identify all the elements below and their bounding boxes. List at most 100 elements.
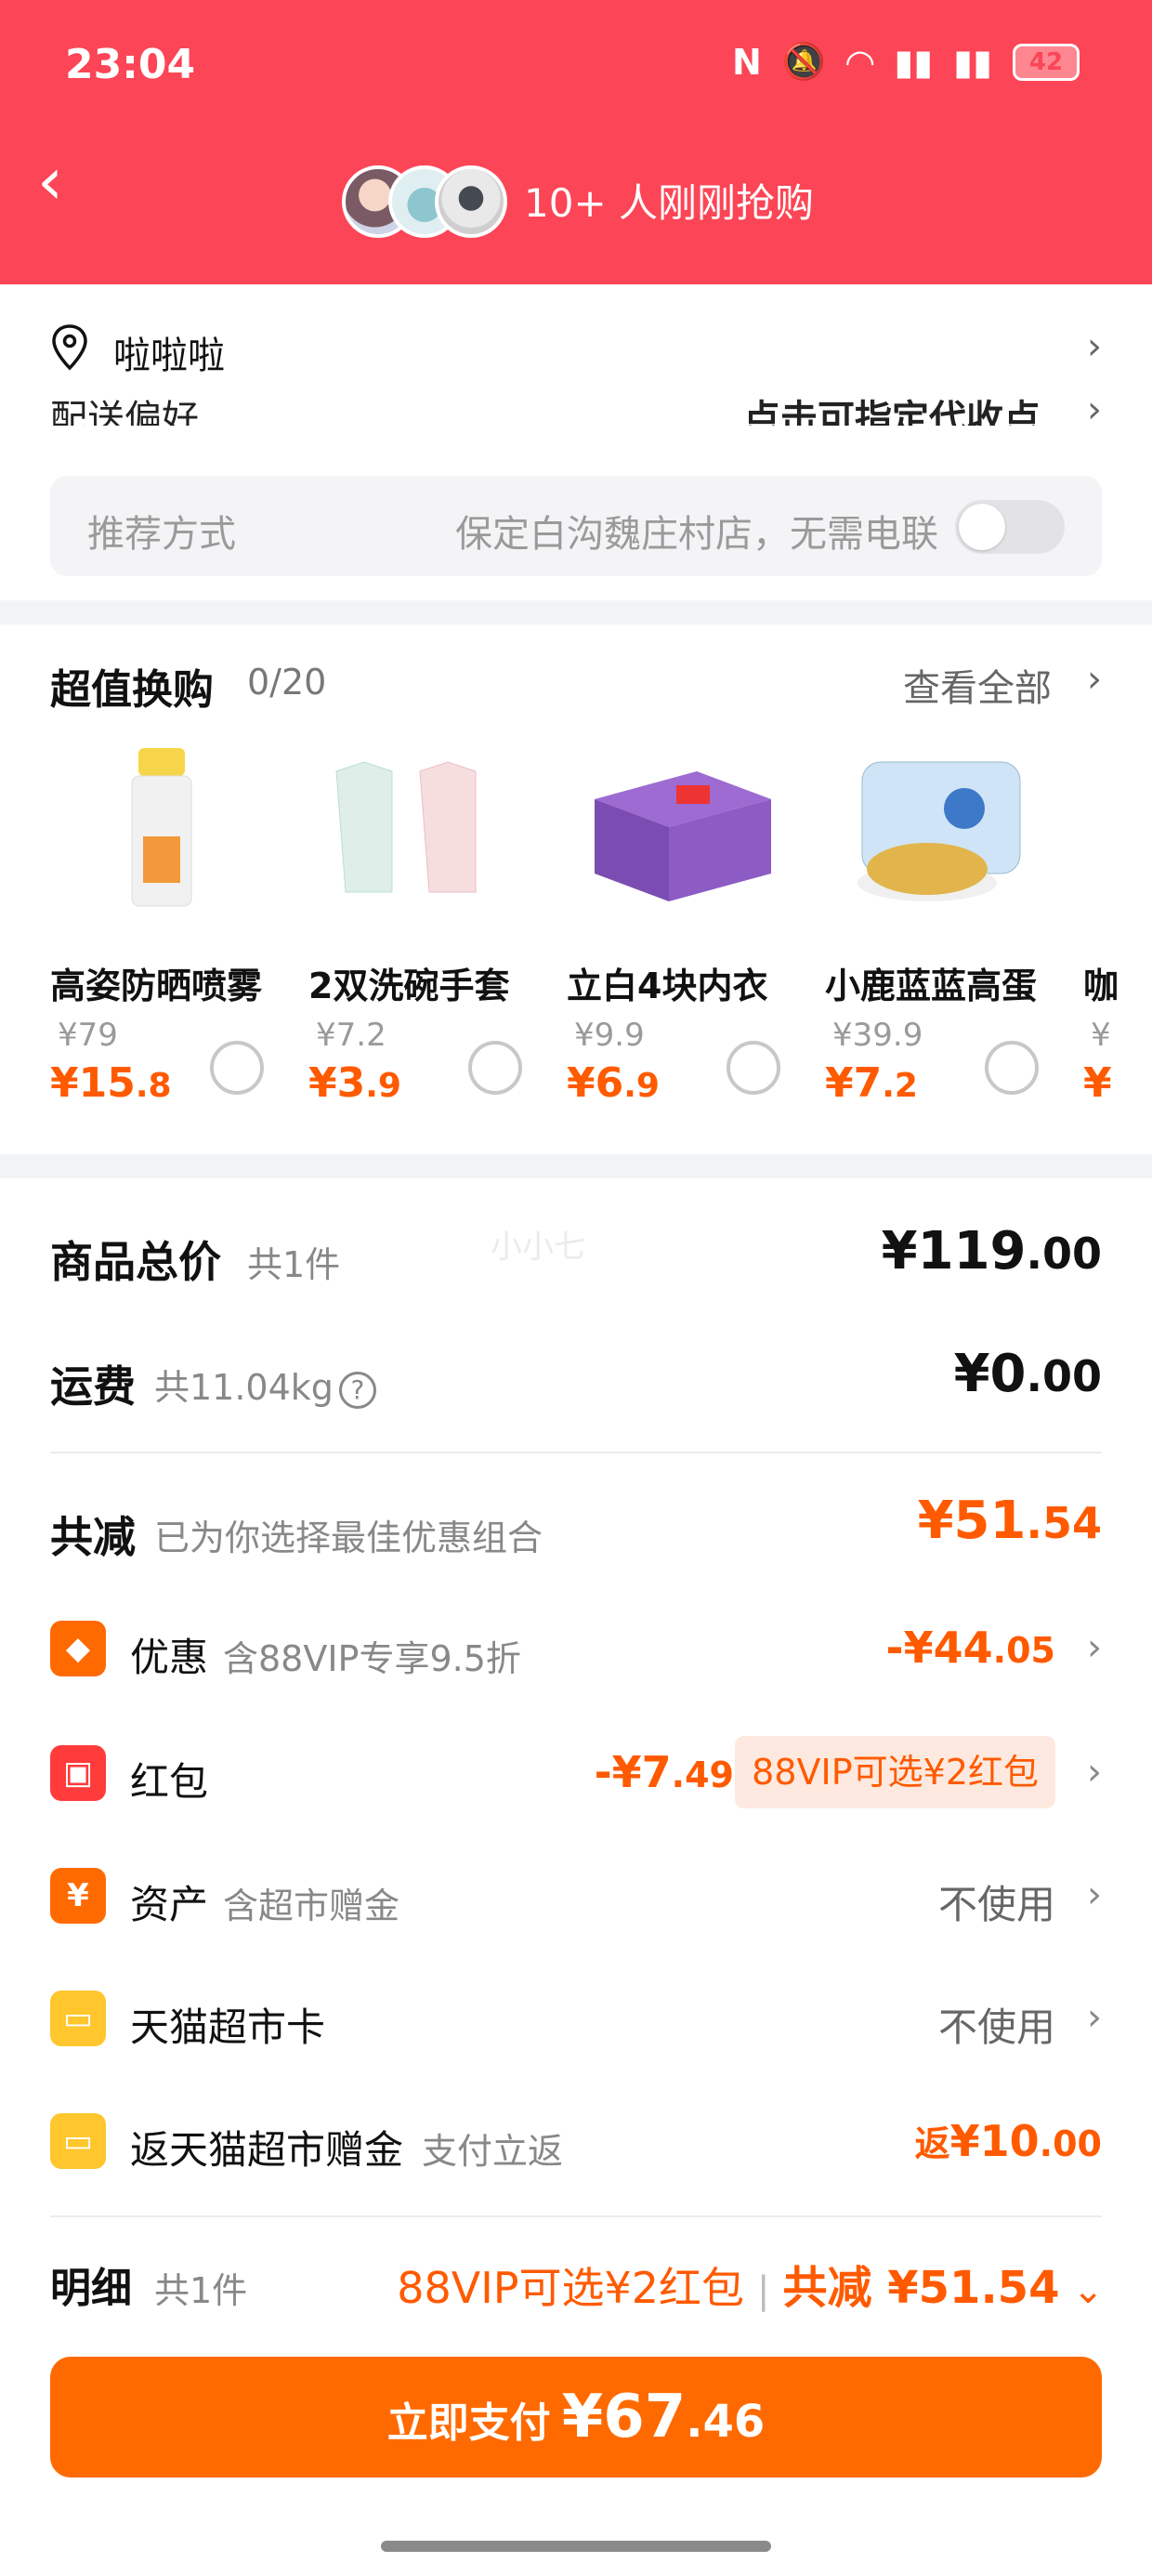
total-reduce-amount: ¥51.54 [918,1491,1102,1551]
header: 23:04 N 🔕 ◠ ▮▮ ▮▮ 42 ‹ 10+ 人刚刚抢购 [0,0,1152,284]
tmall-card-chevron-icon[interactable]: › [1087,1996,1102,2039]
total-reduce-label: 共减 [50,1512,136,1562]
product-item[interactable]: 高姿防晒喷雾 ¥79 ¥15.8 [50,743,301,1134]
card-icon: ▭ [50,2113,106,2169]
pay-label: 立即支付 [386,2399,551,2447]
product-select-radio[interactable] [985,1041,1039,1095]
battery-level: 42 [1028,47,1064,76]
price-dec: .9 [623,1067,660,1105]
detail-reduce-text: 共减 ¥51.54 [782,2262,1060,2314]
discount-amount[interactable]: -¥44.05 [886,1623,1055,1673]
product-select-radio[interactable] [468,1041,522,1095]
product-item[interactable]: 2双洗碗手套 ¥7.2 ¥3.9 [308,743,559,1134]
exchange-product-list: 高姿防晒喷雾 ¥79 ¥15.8 2双洗碗手套 ¥7.2 ¥3.9 立白4块内衣… [50,743,1152,1134]
total-price-amount: ¥119.00 [882,1221,1102,1281]
price-int: ¥15 [50,1059,136,1107]
signal-5g-icon: ▮▮ [894,41,934,83]
recommend-label: 推荐方式 [87,513,236,556]
delivery-chevron-icon[interactable]: › [1087,388,1102,431]
discount-chevron-icon[interactable]: › [1087,1626,1102,1669]
nfc-icon: N [731,41,762,83]
product-price: ¥3.9 [308,1059,401,1107]
total-price-label: 商品总价 [50,1237,221,1287]
product-item[interactable]: 立白4块内衣 ¥9.9 ¥6.9 [567,743,818,1134]
tmall-card-value[interactable]: 不使用 [938,1996,1055,2053]
recommend-value: 保定白沟魏庄村店，无需电联 [455,513,938,556]
product-original-price: ¥79 [58,1017,118,1054]
asset-sub: 含超市赠金 [223,1886,400,1926]
view-all-chevron-icon[interactable]: › [1087,658,1102,701]
amount-int: ¥0 [953,1344,1027,1404]
status-icons: N 🔕 ◠ ▮▮ ▮▮ 42 [732,41,1080,83]
price-int: ¥3 [308,1059,366,1107]
address-name[interactable]: 啦啦啦 [113,325,225,379]
redpack-amount[interactable]: -¥7.49 [595,1747,734,1797]
freight-amount: ¥0.00 [954,1344,1102,1404]
product-name: 立白4块内衣 [567,966,768,1006]
asset-value[interactable]: 不使用 [938,1873,1055,1930]
detail-summary[interactable]: 88VIP可选¥2红包 | 共减 ¥51.54 ⌄ [397,2251,1104,2316]
address-chevron-icon[interactable]: › [1087,325,1102,368]
product-item[interactable]: 小鹿蓝蓝高蛋 ¥39.9 ¥7.2 [825,743,1076,1134]
detail-separator: | [757,2269,770,2312]
redpack-chevron-icon[interactable]: › [1087,1751,1102,1794]
asset-chevron-icon[interactable]: › [1087,1873,1102,1916]
red-envelope-icon: ▣ [50,1745,106,1801]
tmall-card-label: 天猫超市卡 [130,2004,326,2050]
product-name: 高姿防晒喷雾 [50,966,263,1006]
detail-count: 共1件 [154,2270,248,2311]
battery-icon: 42 [1013,43,1080,81]
redpack-vip-tag[interactable]: 88VIP可选¥2红包 [735,1736,1055,1808]
exchange-count: 0/20 [247,662,327,703]
product-item[interactable]: 咖 ¥ ¥ [1083,743,1152,1134]
product-select-radio[interactable] [727,1041,780,1095]
social-proof-text: 10+ 人刚刚抢购 [524,180,814,226]
product-name: 小鹿蓝蓝高蛋 [825,966,1038,1006]
help-icon[interactable]: ? [338,1371,376,1409]
price-int: ¥6 [567,1059,624,1107]
price-int: ¥7 [825,1059,883,1107]
detail-title: 明细 [50,2265,132,2312]
avatar [435,165,507,238]
tag-icon: ◆ [50,1621,106,1676]
amount-int: ¥10 [949,2116,1040,2166]
signal-5g-icon-2: ▮▮ [953,41,992,83]
divider [50,2215,1102,2217]
rebate-sub: 支付立返 [422,2131,564,2172]
mute-icon: 🔕 [781,41,827,82]
freight-label: 运费 [50,1361,136,1412]
expand-chevron-icon[interactable]: ⌄ [1072,2269,1104,2312]
gloves-image [335,761,477,893]
amount-dec: .00 [1026,1351,1103,1401]
amount-int: ¥119 [881,1221,1027,1281]
product-original-price: ¥9.9 [574,1017,645,1054]
delivery-preference-label: 配送偏好 [50,398,199,426]
toggle-knob [959,504,1005,550]
asset-label: 资产 [130,1882,209,1927]
product-name: 2双洗碗手套 [308,966,510,1006]
soap-box-image [595,771,771,901]
price-dec: .9 [365,1067,401,1105]
home-indicator[interactable] [381,2541,771,2552]
product-select-radio[interactable] [210,1041,264,1095]
amount-int: -¥44 [885,1623,993,1673]
card-icon: ▭ [50,1991,106,2046]
exchange-title: 超值换购 [50,666,214,714]
discount-label: 优惠 [130,1635,209,1680]
amount-int: ¥51 [917,1491,1027,1551]
rebate-amount: 返¥10.00 [915,2115,1102,2166]
wifi-icon: ◠ [846,41,874,83]
total-count: 共1件 [247,1244,341,1285]
view-all-link[interactable]: 查看全部 [903,658,1052,712]
delivery-preference-value[interactable]: 点击可指定代收点 [743,388,1041,426]
amount-int: -¥7 [594,1747,672,1797]
back-button[interactable]: ‹ [37,149,89,214]
price-dec: .8 [135,1067,172,1105]
recommend-toggle[interactable] [955,500,1065,554]
pay-now-button[interactable]: 立即支付 ¥67.46 [50,2357,1102,2477]
rebate-prefix: 返 [914,2123,950,2164]
pay-amount: ¥67.46 [562,2383,766,2451]
avatar-group [342,165,507,238]
product-price: ¥15.8 [50,1059,172,1107]
product-price: ¥7.2 [825,1059,918,1107]
